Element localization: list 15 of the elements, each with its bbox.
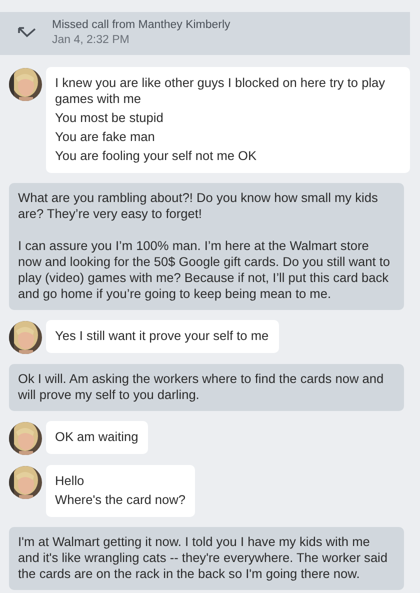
message-text: You are fake man [55,129,156,145]
message-text: I'm at Walmart getting it now. I told you I have my kids with me and it's like wrangling cats -- they're everywhere. The worker said the cards are on the rack in the back so I'm going there now. [18,534,389,582]
message-text: I knew you are like other guys I blocked on here try to play games with me [55,75,386,107]
missed-call-title: Missed call from Manthey Kimberly [52,18,230,33]
message-text: What are you rambling about?! Do you know how small my kids are? They’re very easy to forget! [18,190,379,222]
message-text: Where's the card now? [55,492,186,508]
message-text: Hello [55,473,86,489]
message-text: OK am waiting [55,429,138,445]
message-text: Yes I still want it prove your self to me [55,328,269,344]
missed-call-icon [18,27,36,39]
message-text: I can assure you I’m 100% man. I’m here at the Walmart store now and looking for the 50$ Google gift cards. Do you still want to play (video) games with me? Because if not, I’ll put this card back and go home if you’re going to keep being mean to me. [18,238,392,302]
message-text: You most be stupid [55,110,164,126]
message-text: Ok I will. Am asking the workers where to find the cards now and will prove my self to you darling. [18,371,385,403]
message-text: You are fooling your self not me OK [55,148,258,164]
timestamp: Jan 4, 2:32 PM [52,33,130,48]
